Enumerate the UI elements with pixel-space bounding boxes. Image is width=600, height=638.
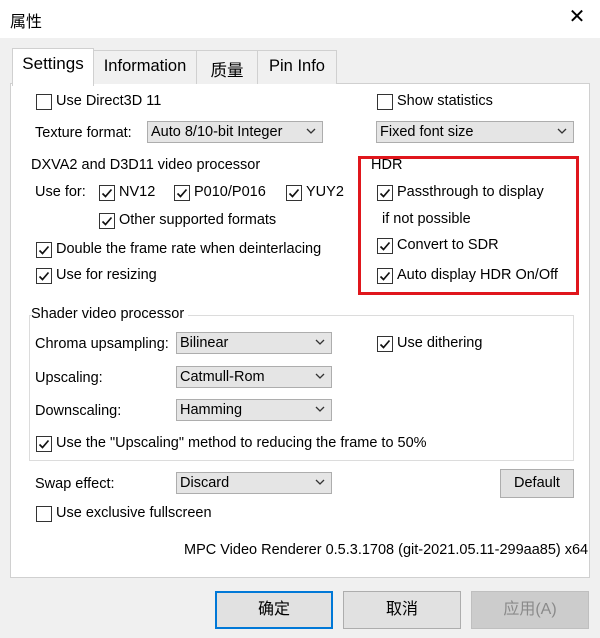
texture-format-value: Auto 8/10-bit Integer: [151, 124, 283, 140]
upscaling-label: Upscaling:: [35, 370, 103, 386]
chevron-down-icon: [557, 128, 567, 134]
double-frame-rate-label: Double the frame rate when deinterlacing: [56, 241, 322, 257]
chevron-down-icon: [315, 406, 325, 412]
show-statistics-label: Show statistics: [397, 93, 493, 109]
apply-button[interactable]: 应用(A): [471, 591, 589, 629]
double-frame-rate-checkbox[interactable]: [36, 242, 52, 258]
ok-button[interactable]: 确定: [215, 591, 333, 629]
texture-format-label: Texture format:: [35, 125, 132, 141]
exclusive-fullscreen-label: Use exclusive fullscreen: [56, 505, 212, 521]
use-d3d11-label: Use Direct3D 11: [56, 93, 162, 109]
p010-label: P010/P016: [194, 184, 266, 200]
checkmark-icon: [176, 188, 188, 198]
nv12-label: NV12: [119, 184, 156, 200]
chevron-down-icon: [315, 479, 325, 485]
shader-group-title: Shader video processor: [31, 306, 189, 322]
use-dithering-checkbox[interactable]: [377, 336, 393, 352]
show-statistics-checkbox[interactable]: [377, 94, 393, 110]
checkmark-icon: [101, 188, 113, 198]
checkmark-icon: [38, 271, 50, 281]
swap-effect-label: Swap effect:: [35, 476, 115, 492]
dxva-group-title: DXVA2 and D3D11 video processor: [31, 157, 261, 173]
chroma-upsampling-dropdown[interactable]: Bilinear: [176, 332, 332, 354]
downscaling-dropdown[interactable]: Hamming: [176, 399, 332, 421]
tab-settings[interactable]: Settings: [12, 48, 94, 86]
swap-effect-dropdown[interactable]: Discard: [176, 472, 332, 494]
use-d3d11-checkbox[interactable]: [36, 94, 52, 110]
font-size-value: Fixed font size: [380, 124, 474, 140]
checkmark-icon: [38, 245, 50, 255]
tab-pin-info[interactable]: Pin Info: [257, 50, 337, 84]
swap-effect-value: Discard: [180, 475, 230, 491]
chevron-down-icon: [306, 128, 316, 134]
chroma-upsampling-label: Chroma upsampling:: [35, 336, 169, 352]
use-for-resizing-label: Use for resizing: [56, 267, 157, 283]
other-formats-label: Other supported formats: [119, 212, 277, 228]
checkmark-icon: [288, 188, 300, 198]
checkmark-icon: [101, 216, 113, 226]
title-bar: [0, 0, 600, 38]
use-for-resizing-checkbox[interactable]: [36, 268, 52, 284]
hdr-highlight-box: [358, 156, 579, 295]
default-button[interactable]: Default: [500, 469, 574, 498]
version-text: MPC Video Renderer 0.5.3.1708 (git-2021.…: [184, 542, 589, 558]
other-formats-checkbox[interactable]: [99, 213, 115, 229]
upscaling-method-label: Use the "Upscaling" method to reducing t…: [56, 435, 427, 451]
cancel-button[interactable]: 取消: [343, 591, 461, 629]
checkmark-icon: [379, 339, 391, 349]
nv12-checkbox[interactable]: [99, 185, 115, 201]
upscaling-dropdown[interactable]: Catmull-Rom: [176, 366, 332, 388]
window-title: 属性: [10, 14, 43, 31]
downscaling-value: Hamming: [180, 402, 243, 418]
tab-quality[interactable]: 质量: [196, 50, 258, 84]
use-dithering-label: Use dithering: [397, 335, 483, 351]
chevron-down-icon: [315, 373, 325, 379]
use-for-label: Use for:: [35, 184, 86, 200]
exclusive-fullscreen-checkbox[interactable]: [36, 506, 52, 522]
tab-information[interactable]: Information: [93, 50, 197, 84]
upscaling-value: Catmull-Rom: [180, 369, 265, 385]
yuy2-label: YUY2: [306, 184, 344, 200]
yuy2-checkbox[interactable]: [286, 185, 302, 201]
close-icon[interactable]: ✕: [566, 6, 588, 28]
p010-checkbox[interactable]: [174, 185, 190, 201]
upscaling-method-checkbox[interactable]: [36, 436, 52, 452]
font-size-dropdown[interactable]: Fixed font size: [376, 121, 574, 143]
texture-format-dropdown[interactable]: Auto 8/10-bit Integer: [147, 121, 323, 143]
checkmark-icon: [38, 439, 50, 449]
chevron-down-icon: [315, 339, 325, 345]
chroma-upsampling-value: Bilinear: [180, 335, 229, 351]
downscaling-label: Downscaling:: [35, 403, 122, 419]
